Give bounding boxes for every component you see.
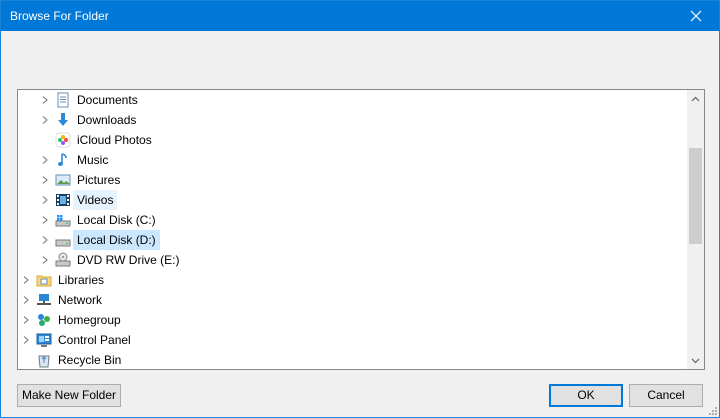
chevron-right-icon[interactable]: [40, 95, 50, 105]
windows-drive-icon: [55, 215, 71, 227]
tree-item-videos[interactable]: Videos: [18, 190, 686, 210]
tree-item-label: Documents: [77, 93, 138, 107]
tree-item-network[interactable]: Network: [18, 290, 686, 310]
cancel-button[interactable]: Cancel: [629, 384, 703, 407]
dialog-title: Browse For Folder: [10, 9, 109, 23]
vertical-scrollbar[interactable]: [687, 90, 704, 369]
scroll-thumb[interactable]: [689, 148, 702, 244]
tree-item-label: Network: [58, 293, 103, 307]
downloads-icon: [58, 113, 68, 126]
tree-item-label: Local Disk (D:): [73, 230, 160, 250]
icloud-photos-icon: [55, 132, 71, 148]
chevron-right-icon[interactable]: [40, 155, 50, 165]
close-button[interactable]: [673, 1, 719, 31]
tree-item-local-disk-c[interactable]: Local Disk (C:): [18, 210, 686, 230]
tree-item-label: Libraries: [58, 273, 105, 287]
scroll-down-button[interactable]: [687, 352, 704, 369]
videos-icon: [56, 194, 70, 206]
chevron-right-icon[interactable]: [21, 335, 31, 345]
chevron-right-icon[interactable]: [40, 115, 50, 125]
title-bar: Browse For Folder: [1, 1, 719, 31]
chevron-up-icon: [691, 96, 700, 101]
close-icon: [690, 10, 702, 22]
music-icon: [58, 153, 67, 166]
libraries-icon: [36, 275, 52, 287]
tree-item-label: Homegroup: [58, 313, 121, 327]
tree-item-label: Downloads: [77, 113, 137, 127]
recycle-bin-icon: [38, 355, 50, 368]
chevron-right-icon[interactable]: [40, 195, 50, 205]
tree-item-icloud-photos[interactable]: iCloud Photos: [18, 130, 686, 150]
tree-item-label: Pictures: [77, 173, 121, 187]
tree-item-music[interactable]: Music: [18, 150, 686, 170]
pictures-icon: [55, 174, 71, 186]
chevron-right-icon[interactable]: [21, 315, 31, 325]
ok-button[interactable]: OK: [549, 384, 623, 407]
tree-item-control-panel[interactable]: Control Panel: [18, 330, 686, 350]
tree-item-dvd-rw-drive-e[interactable]: DVD RW Drive (E:): [18, 250, 686, 270]
chevron-right-icon[interactable]: [40, 175, 50, 185]
tree-item-label: Recycle Bin: [58, 353, 122, 367]
chevron-right-icon[interactable]: [21, 275, 31, 285]
tree-item-pictures[interactable]: Pictures: [18, 170, 686, 190]
tree-item-libraries[interactable]: Libraries: [18, 270, 686, 290]
chevron-right-icon[interactable]: [40, 255, 50, 265]
tree-item-local-disk-d[interactable]: Local Disk (D:): [18, 230, 686, 250]
tree-item-label: Music: [77, 153, 109, 167]
drive-icon: [55, 239, 71, 247]
tree-item-label: iCloud Photos: [77, 133, 152, 147]
make-new-folder-button[interactable]: Make New Folder: [17, 384, 121, 407]
network-icon: [37, 294, 51, 305]
tree-item-recycle-bin[interactable]: Recycle Bin: [18, 350, 686, 369]
scroll-up-button[interactable]: [687, 90, 704, 107]
dvd-drive-icon: [55, 252, 71, 267]
chevron-right-icon[interactable]: [40, 235, 50, 245]
tree-item-label: DVD RW Drive (E:): [77, 253, 180, 267]
resize-grip-icon[interactable]: [707, 405, 717, 415]
tree-item-downloads[interactable]: Downloads: [18, 110, 686, 130]
documents-icon: [57, 92, 69, 108]
chevron-right-icon[interactable]: [21, 295, 31, 305]
tree-item-label: Local Disk (C:): [77, 213, 156, 227]
control-panel-icon: [36, 333, 52, 347]
folder-tree[interactable]: Documents Downloads iCloud Photos Music Pict…: [17, 89, 705, 370]
browse-for-folder-dialog: Browse For Folder Documents Downloads iClo…: [0, 0, 720, 418]
chevron-right-icon[interactable]: [40, 215, 50, 225]
tree-item-label: Videos: [73, 190, 118, 210]
tree-item-documents[interactable]: Documents: [18, 90, 686, 110]
tree-item-label: Control Panel: [58, 333, 131, 347]
tree-item-homegroup[interactable]: Homegroup: [18, 310, 686, 330]
homegroup-icon: [38, 314, 50, 326]
chevron-down-icon: [691, 358, 700, 363]
